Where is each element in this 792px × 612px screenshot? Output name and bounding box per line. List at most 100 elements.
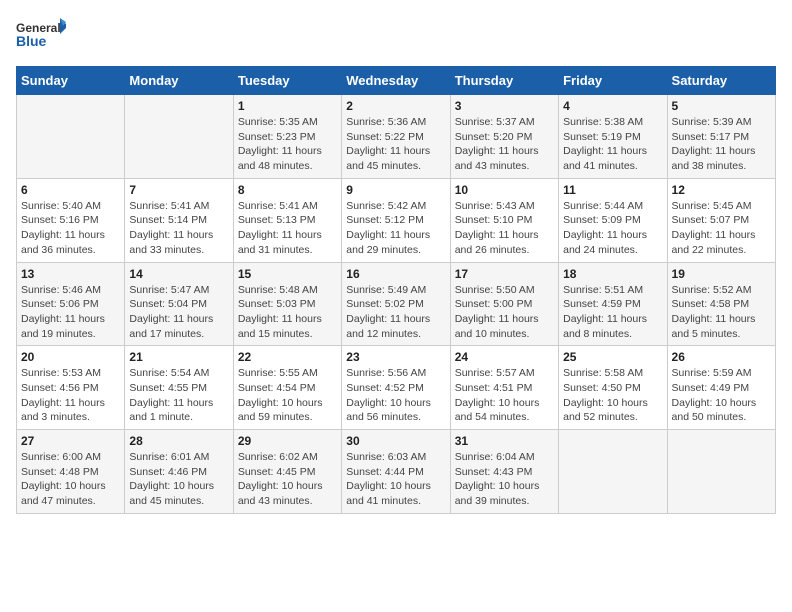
day-number: 19 xyxy=(672,267,771,281)
calendar-cell: 7 Sunrise: 5:41 AMSunset: 5:14 PMDaylight… xyxy=(125,178,233,262)
day-info: Sunrise: 6:01 AMSunset: 4:46 PMDaylight:… xyxy=(129,450,228,509)
calendar-cell: 26 Sunrise: 5:59 AMSunset: 4:49 PMDayligh… xyxy=(667,346,775,430)
day-number: 30 xyxy=(346,434,445,448)
day-number: 2 xyxy=(346,99,445,113)
calendar-cell: 20 Sunrise: 5:53 AMSunset: 4:56 PMDayligh… xyxy=(17,346,125,430)
day-info: Sunrise: 5:59 AMSunset: 4:49 PMDaylight:… xyxy=(672,366,771,425)
calendar-cell: 21 Sunrise: 5:54 AMSunset: 4:55 PMDayligh… xyxy=(125,346,233,430)
day-info: Sunrise: 5:39 AMSunset: 5:17 PMDaylight:… xyxy=(672,115,771,174)
day-number: 8 xyxy=(238,183,337,197)
day-header-sunday: Sunday xyxy=(17,67,125,95)
calendar-cell: 29Sunrise: 6:02 AMSunset: 4:45 PMDayligh… xyxy=(233,430,341,514)
day-number: 18 xyxy=(563,267,662,281)
day-number: 5 xyxy=(672,99,771,113)
day-info: Sunrise: 5:44 AMSunset: 5:09 PMDaylight:… xyxy=(563,199,662,258)
day-info: Sunrise: 5:56 AMSunset: 4:52 PMDaylight:… xyxy=(346,366,445,425)
day-info: Sunrise: 5:48 AMSunset: 5:03 PMDaylight:… xyxy=(238,283,337,342)
day-info: Sunrise: 5:36 AMSunset: 5:22 PMDaylight:… xyxy=(346,115,445,174)
week-row-4: 20 Sunrise: 5:53 AMSunset: 4:56 PMDayligh… xyxy=(17,346,776,430)
day-number: 3 xyxy=(455,99,554,113)
week-row-2: 6Sunrise: 5:40 AMSunset: 5:16 PMDaylight… xyxy=(17,178,776,262)
day-info: Sunrise: 5:58 AMSunset: 4:50 PMDaylight:… xyxy=(563,366,662,425)
day-info: Sunrise: 5:57 AMSunset: 4:51 PMDaylight:… xyxy=(455,366,554,425)
svg-text:Blue: Blue xyxy=(16,33,47,49)
day-info: Sunrise: 5:42 AMSunset: 5:12 PMDaylight:… xyxy=(346,199,445,258)
day-info: Sunrise: 5:54 AMSunset: 4:55 PMDaylight:… xyxy=(129,366,228,425)
day-number: 11 xyxy=(563,183,662,197)
day-headers-row: SundayMondayTuesdayWednesdayThursdayFrid… xyxy=(17,67,776,95)
calendar-cell: 17 Sunrise: 5:50 AMSunset: 5:00 PMDayligh… xyxy=(450,262,558,346)
day-info: Sunrise: 6:04 AMSunset: 4:43 PMDaylight:… xyxy=(455,450,554,509)
day-number: 12 xyxy=(672,183,771,197)
day-header-saturday: Saturday xyxy=(667,67,775,95)
day-number: 13 xyxy=(21,267,120,281)
calendar-cell xyxy=(17,95,125,179)
day-info: Sunrise: 5:50 AMSunset: 5:00 PMDaylight:… xyxy=(455,283,554,342)
calendar-cell: 11 Sunrise: 5:44 AMSunset: 5:09 PMDayligh… xyxy=(559,178,667,262)
calendar-cell: 13 Sunrise: 5:46 AMSunset: 5:06 PMDayligh… xyxy=(17,262,125,346)
day-number: 17 xyxy=(455,267,554,281)
day-header-friday: Friday xyxy=(559,67,667,95)
day-number: 22 xyxy=(238,350,337,364)
calendar-cell: 25 Sunrise: 5:58 AMSunset: 4:50 PMDayligh… xyxy=(559,346,667,430)
calendar-cell xyxy=(125,95,233,179)
day-info: Sunrise: 5:38 AMSunset: 5:19 PMDaylight:… xyxy=(563,115,662,174)
calendar-cell: 19 Sunrise: 5:52 AMSunset: 4:58 PMDayligh… xyxy=(667,262,775,346)
day-header-thursday: Thursday xyxy=(450,67,558,95)
day-info: Sunrise: 5:35 AMSunset: 5:23 PMDaylight:… xyxy=(238,115,337,174)
week-row-5: 27Sunrise: 6:00 AMSunset: 4:48 PMDayligh… xyxy=(17,430,776,514)
day-number: 20 xyxy=(21,350,120,364)
calendar-cell xyxy=(559,430,667,514)
calendar-cell: 8 Sunrise: 5:41 AMSunset: 5:13 PMDaylight… xyxy=(233,178,341,262)
day-info: Sunrise: 5:45 AMSunset: 5:07 PMDaylight:… xyxy=(672,199,771,258)
week-row-1: 1Sunrise: 5:35 AMSunset: 5:23 PMDaylight… xyxy=(17,95,776,179)
day-number: 4 xyxy=(563,99,662,113)
calendar-table: SundayMondayTuesdayWednesdayThursdayFrid… xyxy=(16,66,776,514)
day-info: Sunrise: 6:03 AMSunset: 4:44 PMDaylight:… xyxy=(346,450,445,509)
calendar-cell: 31 Sunrise: 6:04 AMSunset: 4:43 PMDayligh… xyxy=(450,430,558,514)
calendar-cell: 28Sunrise: 6:01 AMSunset: 4:46 PMDayligh… xyxy=(125,430,233,514)
calendar-cell: 5 Sunrise: 5:39 AMSunset: 5:17 PMDaylight… xyxy=(667,95,775,179)
day-number: 29 xyxy=(238,434,337,448)
calendar-cell: 15Sunrise: 5:48 AMSunset: 5:03 PMDayligh… xyxy=(233,262,341,346)
day-number: 21 xyxy=(129,350,228,364)
day-header-wednesday: Wednesday xyxy=(342,67,450,95)
day-number: 14 xyxy=(129,267,228,281)
day-info: Sunrise: 5:53 AMSunset: 4:56 PMDaylight:… xyxy=(21,366,120,425)
day-info: Sunrise: 5:41 AMSunset: 5:13 PMDaylight:… xyxy=(238,199,337,258)
calendar-cell: 30 Sunrise: 6:03 AMSunset: 4:44 PMDayligh… xyxy=(342,430,450,514)
calendar-cell xyxy=(667,430,775,514)
day-info: Sunrise: 5:40 AMSunset: 5:16 PMDaylight:… xyxy=(21,199,120,258)
calendar-cell: 4 Sunrise: 5:38 AMSunset: 5:19 PMDaylight… xyxy=(559,95,667,179)
day-info: Sunrise: 5:55 AMSunset: 4:54 PMDaylight:… xyxy=(238,366,337,425)
day-info: Sunrise: 5:46 AMSunset: 5:06 PMDaylight:… xyxy=(21,283,120,342)
calendar-cell: 6Sunrise: 5:40 AMSunset: 5:16 PMDaylight… xyxy=(17,178,125,262)
day-number: 31 xyxy=(455,434,554,448)
day-number: 25 xyxy=(563,350,662,364)
day-header-tuesday: Tuesday xyxy=(233,67,341,95)
day-info: Sunrise: 5:37 AMSunset: 5:20 PMDaylight:… xyxy=(455,115,554,174)
day-number: 9 xyxy=(346,183,445,197)
day-number: 26 xyxy=(672,350,771,364)
page-header: General Blue xyxy=(16,16,776,56)
day-header-monday: Monday xyxy=(125,67,233,95)
day-info: Sunrise: 5:52 AMSunset: 4:58 PMDaylight:… xyxy=(672,283,771,342)
calendar-cell: 14 Sunrise: 5:47 AMSunset: 5:04 PMDayligh… xyxy=(125,262,233,346)
calendar-cell: 23 Sunrise: 5:56 AMSunset: 4:52 PMDayligh… xyxy=(342,346,450,430)
day-info: Sunrise: 5:51 AMSunset: 4:59 PMDaylight:… xyxy=(563,283,662,342)
calendar-cell: 18 Sunrise: 5:51 AMSunset: 4:59 PMDayligh… xyxy=(559,262,667,346)
day-info: Sunrise: 5:47 AMSunset: 5:04 PMDaylight:… xyxy=(129,283,228,342)
day-number: 16 xyxy=(346,267,445,281)
calendar-cell: 1Sunrise: 5:35 AMSunset: 5:23 PMDaylight… xyxy=(233,95,341,179)
calendar-cell: 12 Sunrise: 5:45 AMSunset: 5:07 PMDayligh… xyxy=(667,178,775,262)
calendar-cell: 24Sunrise: 5:57 AMSunset: 4:51 PMDayligh… xyxy=(450,346,558,430)
day-number: 23 xyxy=(346,350,445,364)
week-row-3: 13 Sunrise: 5:46 AMSunset: 5:06 PMDayligh… xyxy=(17,262,776,346)
logo-svg: General Blue xyxy=(16,16,66,56)
day-number: 7 xyxy=(129,183,228,197)
calendar-cell: 16Sunrise: 5:49 AMSunset: 5:02 PMDayligh… xyxy=(342,262,450,346)
day-number: 10 xyxy=(455,183,554,197)
calendar-cell: 9 Sunrise: 5:42 AMSunset: 5:12 PMDaylight… xyxy=(342,178,450,262)
day-info: Sunrise: 5:41 AMSunset: 5:14 PMDaylight:… xyxy=(129,199,228,258)
day-info: Sunrise: 6:00 AMSunset: 4:48 PMDaylight:… xyxy=(21,450,120,509)
